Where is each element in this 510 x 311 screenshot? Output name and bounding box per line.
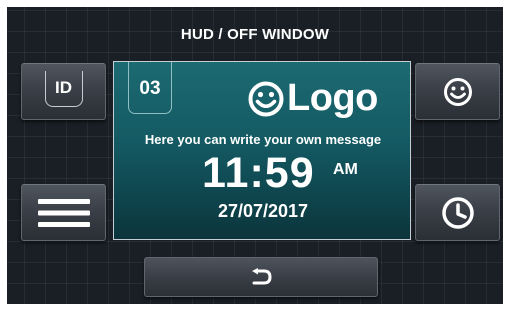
clock-button[interactable] [415, 184, 500, 241]
hud-screen: HUD / OFF WINDOW ID 03 Logo Here you can… [7, 7, 503, 304]
menu-button[interactable] [21, 184, 106, 241]
logo: Logo [247, 77, 378, 120]
display-preview-panel: 03 Logo Here you can write your own mess… [113, 61, 411, 240]
return-arrow-icon [252, 268, 272, 285]
custom-message: Here you can write your own message [144, 132, 382, 147]
smiley-face-icon [443, 77, 472, 106]
date-display: 27/07/2017 [217, 201, 309, 221]
hamburger-menu-icon [37, 198, 90, 227]
smiley-face-icon [248, 81, 284, 116]
clock-icon [441, 196, 474, 229]
clock-time: 11:59 [202, 149, 315, 197]
id-badge-icon: ID [44, 70, 83, 107]
smiley-button[interactable] [415, 63, 500, 120]
am-pm-indicator: AM [333, 161, 358, 178]
number-badge: 03 [128, 62, 172, 114]
back-button[interactable] [144, 257, 378, 297]
id-button-label: ID [55, 78, 72, 97]
window-title: HUD / OFF WINDOW [180, 26, 330, 43]
logo-text: Logo [287, 77, 378, 119]
number-value: 03 [139, 77, 161, 99]
id-button[interactable]: ID [21, 63, 106, 120]
